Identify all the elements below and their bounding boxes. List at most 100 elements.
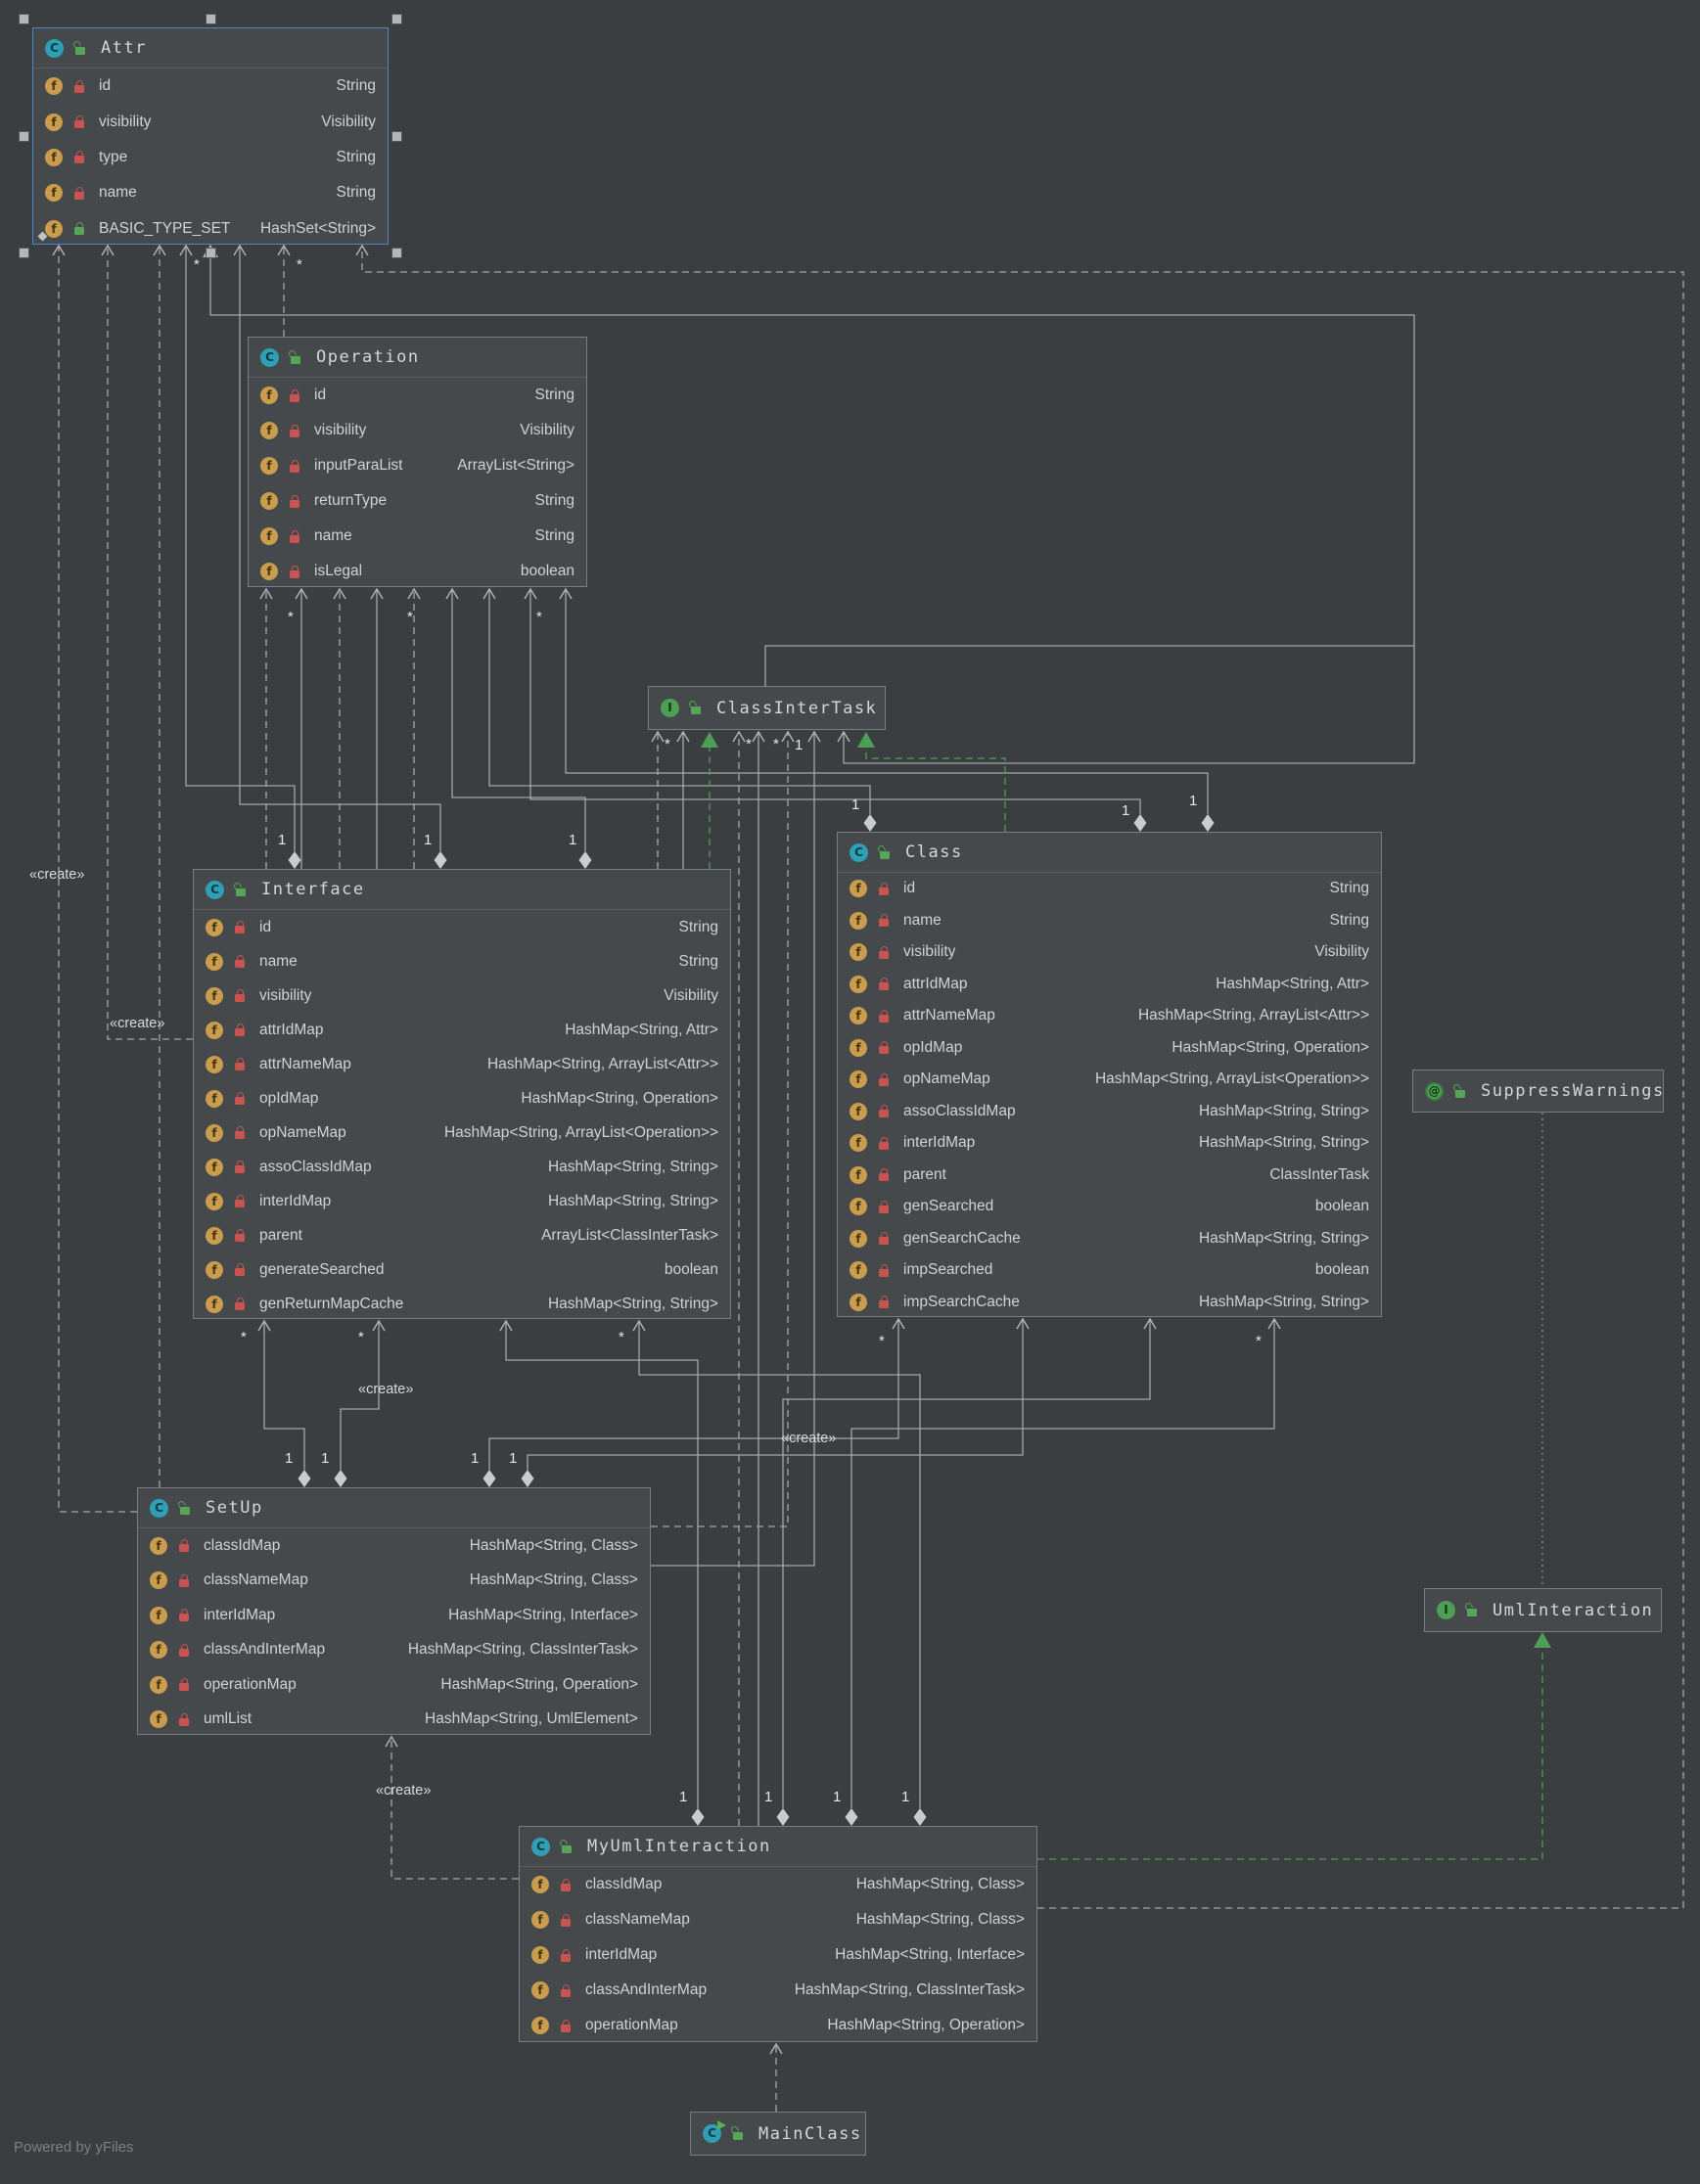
- node-header[interactable]: C MyUmlInteraction: [520, 1827, 1036, 1867]
- field-icon: f: [45, 184, 63, 203]
- field-row[interactable]: f name String: [194, 944, 730, 978]
- selection-handle[interactable]: [391, 131, 402, 142]
- node-interface[interactable]: C Interface f id String f name String f …: [193, 869, 731, 1319]
- field-row[interactable]: f attrIdMap HashMap<String, Attr>: [838, 969, 1381, 1001]
- field-row[interactable]: f operationMap HashMap<String, Operation…: [138, 1667, 650, 1703]
- field-row[interactable]: f opIdMap HashMap<String, Operation>: [838, 1032, 1381, 1065]
- node-umlinteraction[interactable]: I UmlInteraction: [1424, 1588, 1662, 1632]
- field-row[interactable]: f visibility Visibility: [194, 978, 730, 1013]
- field-row[interactable]: f visibility Visibility: [838, 936, 1381, 969]
- field-row[interactable]: f parent ArrayList<ClassInterTask>: [194, 1218, 730, 1252]
- field-row[interactable]: f name String: [838, 905, 1381, 937]
- node-header[interactable]: C Attr: [33, 28, 388, 68]
- field-row[interactable]: f visibility Visibility: [249, 413, 586, 448]
- selection-handle[interactable]: [391, 14, 402, 24]
- multiplicity-label: *: [665, 736, 670, 752]
- selection-handle[interactable]: [391, 248, 402, 258]
- field-row[interactable]: f attrNameMap HashMap<String, ArrayList<…: [838, 1000, 1381, 1032]
- field-row[interactable]: f impSearched boolean: [838, 1254, 1381, 1287]
- field-row[interactable]: f assoClassIdMap HashMap<String, String>: [194, 1150, 730, 1184]
- field-row[interactable]: f assoClassIdMap HashMap<String, String>: [838, 1096, 1381, 1128]
- field-name: name: [314, 527, 352, 544]
- node-suppresswarnings[interactable]: @ SuppressWarnings: [1412, 1069, 1664, 1113]
- field-row[interactable]: f name String: [33, 175, 388, 210]
- field-row[interactable]: f type String: [33, 140, 388, 175]
- selection-handle[interactable]: [19, 131, 29, 142]
- field-row[interactable]: f umlList HashMap<String, UmlElement>: [138, 1703, 650, 1738]
- multiplicity-label: *: [619, 1329, 624, 1345]
- node-classintertask[interactable]: I ClassInterTask: [648, 686, 886, 730]
- field-row[interactable]: f opNameMap HashMap<String, ArrayList<Op…: [194, 1115, 730, 1150]
- field-type: HashMap<String, Class>: [855, 1876, 1025, 1892]
- field-row[interactable]: f classNameMap HashMap<String, Class>: [138, 1564, 650, 1599]
- field-row[interactable]: f attrNameMap HashMap<String, ArrayList<…: [194, 1047, 730, 1081]
- field-row[interactable]: f name String: [249, 519, 586, 554]
- field-type: String: [336, 148, 377, 165]
- field-row[interactable]: f classIdMap HashMap<String, Class>: [138, 1528, 650, 1564]
- field-row[interactable]: f classNameMap HashMap<String, Class>: [520, 1902, 1036, 1937]
- field-row[interactable]: f genSearched boolean: [838, 1191, 1381, 1223]
- field-type: HashMap<String, String>: [1198, 1102, 1369, 1119]
- field-icon: f: [45, 113, 63, 131]
- node-header[interactable]: I ClassInterTask: [649, 687, 885, 729]
- field-icon: f: [45, 219, 63, 238]
- field-row[interactable]: f inputParaList ArrayList<String>: [249, 448, 586, 483]
- field-row[interactable]: f visibility Visibility: [33, 104, 388, 139]
- node-header[interactable]: C SetUp: [138, 1488, 650, 1528]
- field-type: Visibility: [321, 113, 376, 130]
- selection-handle[interactable]: [19, 248, 29, 258]
- field-row[interactable]: f isLegal boolean: [249, 554, 586, 589]
- field-row[interactable]: f returnType String: [249, 483, 586, 519]
- field-row[interactable]: f id String: [838, 873, 1381, 905]
- field-row[interactable]: f classAndInterMap HashMap<String, Class…: [138, 1633, 650, 1668]
- field-type: String: [678, 952, 719, 970]
- node-myumlinteraction[interactable]: C MyUmlInteraction f classIdMap HashMap<…: [519, 1826, 1037, 2042]
- field-row[interactable]: f id String: [194, 910, 730, 944]
- node-header[interactable]: C Class: [838, 833, 1381, 873]
- field-row[interactable]: f operationMap HashMap<String, Operation…: [520, 2008, 1036, 2043]
- field-row[interactable]: f genReturnMapCache HashMap<String, Stri…: [194, 1287, 730, 1321]
- field-row[interactable]: f genSearchCache HashMap<String, String>: [838, 1223, 1381, 1255]
- node-attr[interactable]: C Attr f id String f visibility Visibili…: [19, 14, 402, 258]
- uml-diagram-canvas[interactable]: C Attr f id String f visibility Visibili…: [0, 0, 1700, 2184]
- field-row[interactable]: f parent ClassInterTask: [838, 1160, 1381, 1192]
- field-row[interactable]: f attrIdMap HashMap<String, Attr>: [194, 1013, 730, 1047]
- node-header[interactable]: I UmlInteraction: [1425, 1589, 1661, 1631]
- selection-handle[interactable]: [206, 248, 216, 258]
- field-row[interactable]: f opIdMap HashMap<String, Operation>: [194, 1081, 730, 1115]
- node-header[interactable]: C Interface: [194, 870, 730, 910]
- field-type: boolean: [520, 563, 574, 579]
- selection-handle[interactable]: [19, 14, 29, 24]
- node-mainclass[interactable]: C MainClass: [690, 2112, 866, 2156]
- node-header[interactable]: @ SuppressWarnings: [1413, 1070, 1663, 1112]
- field-list: f id String f name String f visibility V…: [194, 910, 730, 1321]
- multiplicity-label: 1: [509, 1450, 518, 1467]
- node-class[interactable]: C Class f id String f name String f visi…: [837, 832, 1382, 1317]
- lock-icon: [879, 1296, 889, 1309]
- node-operation[interactable]: C Operation f id String f visibility Vis…: [248, 337, 587, 587]
- field-row[interactable]: f interIdMap HashMap<String, String>: [838, 1127, 1381, 1160]
- node-setup[interactable]: C SetUp f classIdMap HashMap<String, Cla…: [137, 1487, 651, 1735]
- field-row[interactable]: f id String: [249, 378, 586, 413]
- field-row[interactable]: f classAndInterMap HashMap<String, Class…: [520, 1973, 1036, 2008]
- field-row[interactable]: f impSearchCache HashMap<String, String>: [838, 1287, 1381, 1319]
- field-row[interactable]: f interIdMap HashMap<String, Interface>: [520, 1937, 1036, 1973]
- selection-handle[interactable]: [206, 14, 216, 24]
- field-row[interactable]: f BASIC_TYPE_SET HashSet<String>: [33, 211, 388, 247]
- field-icon: f: [206, 1295, 223, 1313]
- multiplicity-label: *: [297, 256, 302, 273]
- multiplicity-label: 1: [424, 832, 433, 848]
- field-row[interactable]: f id String: [33, 68, 388, 104]
- field-row[interactable]: f classIdMap HashMap<String, Class>: [520, 1867, 1036, 1902]
- field-row[interactable]: f generateSearched boolean: [194, 1252, 730, 1287]
- lock-icon: [879, 1009, 889, 1023]
- field-icon: f: [260, 527, 278, 545]
- node-header[interactable]: C Operation: [249, 338, 586, 378]
- field-row[interactable]: f interIdMap HashMap<String, String>: [194, 1184, 730, 1218]
- field-row[interactable]: f opNameMap HashMap<String, ArrayList<Op…: [838, 1064, 1381, 1096]
- multiplicity-label: *: [407, 609, 413, 625]
- field-row[interactable]: f interIdMap HashMap<String, Interface>: [138, 1598, 650, 1633]
- node-header[interactable]: C MainClass: [691, 2113, 865, 2155]
- interface-icon: I: [1437, 1601, 1455, 1619]
- lock-icon: [290, 388, 299, 402]
